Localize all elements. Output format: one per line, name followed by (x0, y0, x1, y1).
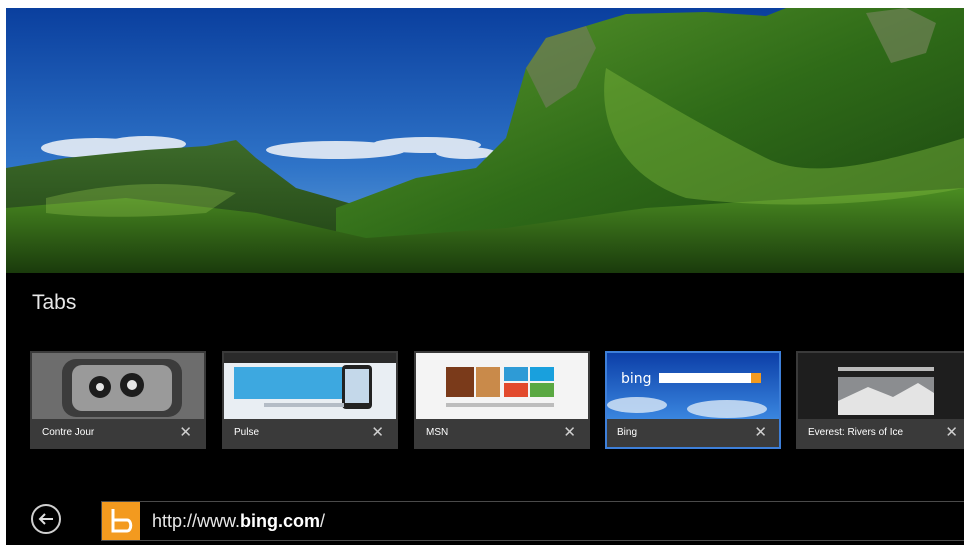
page-background-image (6, 8, 964, 273)
url-text: http://www.bing.com/ (152, 511, 325, 532)
url-input[interactable]: http://www.bing.com/ (101, 501, 964, 541)
tab-pulse[interactable]: Pulse ✕ (222, 351, 398, 449)
tab-label: Bing (617, 427, 638, 438)
svg-text:bing: bing (621, 371, 652, 387)
tab-label: MSN (426, 427, 449, 438)
bing-favicon-icon (102, 502, 140, 540)
tab-label: Pulse (234, 427, 260, 438)
tab-bing[interactable]: bing Bing ✕ (605, 351, 781, 449)
close-icon[interactable]: ✕ (371, 423, 384, 441)
close-icon[interactable]: ✕ (754, 423, 767, 441)
url-domain: bing.com (240, 511, 321, 531)
close-icon[interactable]: ✕ (179, 423, 192, 441)
tab-label: Contre Jour (42, 427, 95, 438)
address-bar: http://www.bing.com/ (6, 499, 964, 545)
tab-contre-jour[interactable]: Contre Jour ✕ (30, 351, 206, 449)
url-suffix: / (320, 511, 326, 531)
tabs-panel: Tabs Contre Jour ✕ Pulse ✕ MSN ✕ bing Bi… (6, 273, 964, 545)
tab-label: Everest: Rivers of Ice (808, 427, 904, 438)
tab-everest[interactable]: Everest: Rivers of Ice ✕ (796, 351, 964, 449)
tabs-title: Tabs (32, 291, 77, 314)
close-icon[interactable]: ✕ (945, 423, 958, 441)
tab-thumbnail (416, 353, 588, 419)
close-icon[interactable]: ✕ (563, 423, 576, 441)
back-arrow-icon (38, 513, 53, 525)
back-button[interactable] (31, 504, 61, 534)
tab-thumbnail (798, 353, 964, 419)
tab-thumbnail: bing (607, 353, 779, 419)
browser-frame: Tabs Contre Jour ✕ Pulse ✕ MSN ✕ bing Bi… (6, 8, 964, 545)
url-prefix: http://www. (152, 511, 241, 531)
tab-thumbnail (224, 353, 396, 419)
tab-thumbnail (32, 353, 204, 419)
tab-msn[interactable]: MSN ✕ (414, 351, 590, 449)
